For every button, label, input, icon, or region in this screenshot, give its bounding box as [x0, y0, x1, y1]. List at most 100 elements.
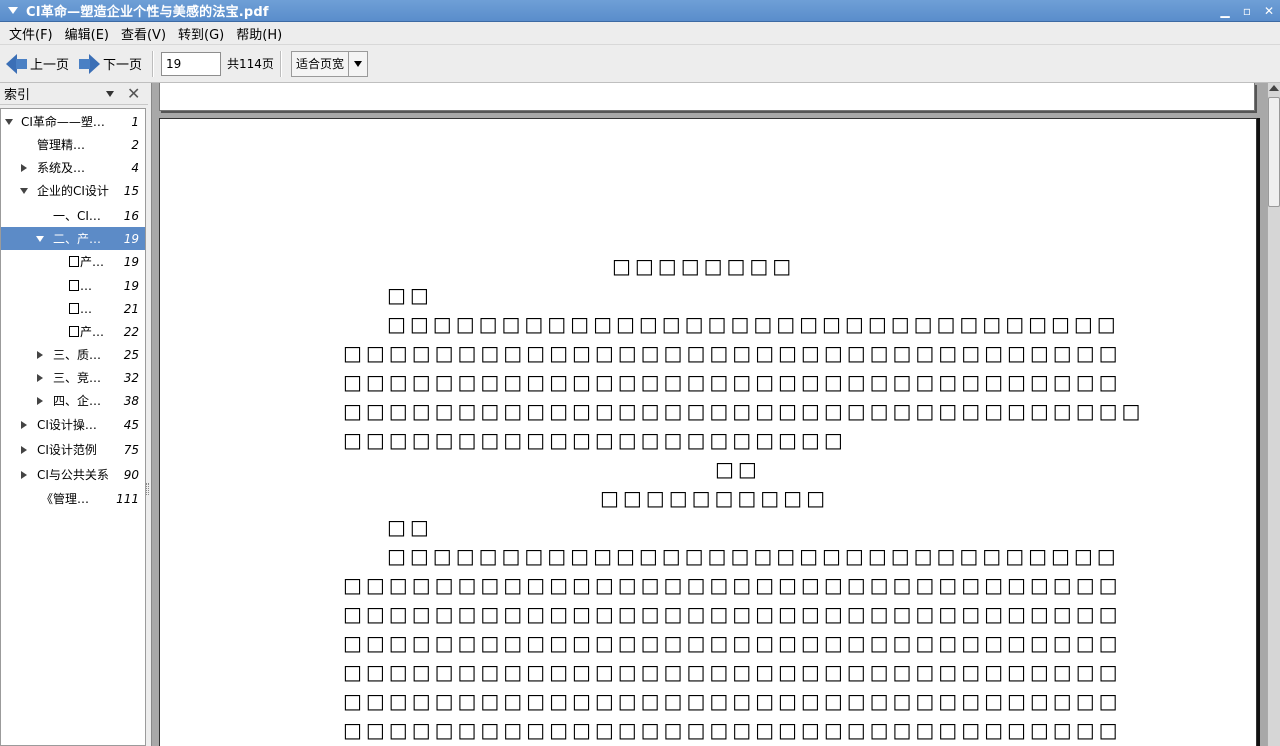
chevron-down-icon[interactable]	[349, 60, 367, 67]
tree-item-label: CI设计操…	[37, 416, 97, 433]
page-text-line: □□□□□□□□□□□□□□□□□□□□□□□□□□□□□□□□□□	[343, 689, 1122, 713]
tree-item[interactable]: 系统及… 4	[1, 156, 145, 179]
maximize-icon[interactable]: ▫	[1236, 0, 1258, 22]
tree-item-page: 75	[123, 442, 139, 457]
expander-open-icon[interactable]	[35, 234, 45, 244]
tree-item[interactable]: 三、质… 25	[1, 343, 145, 366]
expander-open-icon[interactable]	[4, 117, 14, 127]
tree-item-page: 111	[116, 491, 139, 506]
tree-item-page: 4	[131, 160, 139, 175]
tree-item[interactable]: 产… 19	[1, 250, 145, 273]
page-text-line: □□□□□□□□□□□□□□□□□□□□□□□□□□□□□□□□□□	[343, 660, 1122, 684]
tree-item[interactable]: … 21	[1, 297, 145, 320]
prev-page-button[interactable]: 上一页	[0, 49, 73, 79]
expander-open-icon[interactable]	[19, 186, 29, 196]
sidebar-mode-select[interactable]: 索引	[4, 84, 30, 103]
missing-glyph-icon	[69, 256, 79, 267]
tree-item-text: 三、竞…	[53, 371, 102, 385]
tree-item[interactable]: 产… 22	[1, 320, 145, 343]
vertical-scrollbar[interactable]	[1267, 83, 1280, 746]
page-text-line: □□□□□□□□□□	[600, 486, 829, 510]
missing-glyph-icon	[69, 302, 79, 314]
tree-item-text: 管理精…	[37, 138, 86, 152]
tree-item[interactable]: CI设计操… 45	[1, 413, 145, 436]
sidebar: 索引 ✕ CI革命——塑… 1 管理精… 2 系统及… 4 企业的CI设计 15 一、CI… 16…	[0, 83, 149, 746]
tree-item-label: CI革命——塑…	[21, 113, 105, 130]
tree-item-page: 2	[131, 137, 139, 152]
tree-item-text: 三、质…	[53, 348, 102, 362]
chevron-down-icon[interactable]	[106, 91, 114, 97]
page-text-line: □□□□□□□□□□□□□□□□□□□□□□□□□□□□□□□□□□	[343, 631, 1122, 655]
tree-item-text: 一、CI…	[53, 209, 101, 223]
close-sidebar-icon[interactable]: ✕	[127, 84, 140, 103]
tree-item-text: …	[80, 278, 92, 293]
tree-item[interactable]: 二、产… 19	[1, 227, 145, 250]
title-bar: CI革命—塑造企业个性与美感的法宝.pdf ▁ ▫ ✕	[0, 0, 1280, 22]
tree-item[interactable]: 管理精… 2	[1, 133, 145, 156]
tree-item-text: CI与公共关系	[37, 468, 109, 482]
tree-item[interactable]: 企业的CI设计 15	[1, 179, 145, 202]
tree-item-page: 21	[123, 301, 139, 316]
menu-file[interactable]: 文件(F)	[3, 22, 59, 45]
tree-item-text: CI革命——塑…	[21, 115, 105, 129]
expander-closed-icon[interactable]	[19, 445, 29, 455]
page-text-line: □□	[387, 283, 433, 307]
expander-closed-icon[interactable]	[19, 420, 29, 430]
tree-item-label: …	[69, 302, 92, 316]
tree-item-text: 产…	[80, 255, 105, 269]
page-text-line: □□□□□□□□□□□□□□□□□□□□□□□□□□□□□□□□□□	[343, 602, 1122, 626]
expander-closed-icon[interactable]	[35, 396, 45, 406]
zoom-select[interactable]: 适合页宽	[290, 50, 368, 77]
tree-item[interactable]: 《管理… 111	[1, 487, 145, 510]
menu-help[interactable]: 帮助(H)	[230, 22, 288, 45]
close-window-icon[interactable]: ✕	[1258, 0, 1280, 22]
toolbar-separator	[279, 50, 281, 77]
page-text-line: □□□□□□□□□□□□□□□□□□□□□□□□□□□□□□□□□□	[343, 370, 1122, 394]
tree-item[interactable]: CI与公共关系 90	[1, 463, 145, 486]
tree-item-label: CI设计范例	[37, 441, 97, 458]
expander-closed-icon[interactable]	[35, 350, 45, 360]
tree-item[interactable]: … 19	[1, 274, 145, 297]
tree-item-label: 一、CI…	[53, 207, 101, 224]
menu-edit[interactable]: 编辑(E)	[59, 22, 115, 45]
scroll-up-icon[interactable]	[1269, 85, 1279, 91]
toolbar: 上一页 下一页 共114页 适合页宽	[0, 45, 1280, 83]
expander-closed-icon[interactable]	[19, 470, 29, 480]
sidebar-header: 索引 ✕	[0, 83, 148, 105]
missing-glyph-icon	[69, 326, 79, 337]
next-page-button[interactable]: 下一页	[73, 49, 146, 79]
expander-closed-icon[interactable]	[35, 373, 45, 383]
expander-closed-icon[interactable]	[19, 163, 29, 173]
tree-item-text: 《管理…	[41, 492, 90, 506]
tree-item[interactable]: 一、CI… 16	[1, 204, 145, 227]
scrollbar-thumb[interactable]	[1268, 97, 1280, 207]
tree-item-label: 《管理…	[41, 490, 89, 507]
tree-item-page: 45	[123, 417, 139, 432]
sidebar-resize-handle[interactable]	[146, 483, 149, 495]
tree-item-page: 19	[123, 231, 139, 246]
tree-item-text: 系统及…	[37, 161, 86, 175]
page-text-line: □□□□□□□□□□□□□□□□□□□□□□□□□□□□□□□□□□	[343, 573, 1122, 597]
window-menu-icon[interactable]	[0, 0, 26, 22]
page-text-line: □□□□□□□□□□□□□□□□□□□□□□□□□□□□□□□□	[387, 544, 1120, 568]
tree-item[interactable]: 四、企… 38	[1, 389, 145, 412]
tree-item-text: …	[80, 301, 92, 316]
tree-item-label: …	[69, 279, 92, 293]
tree-item[interactable]: CI革命——塑… 1	[1, 110, 145, 133]
tree-item-label: CI与公共关系	[37, 466, 109, 483]
tree-item-page: 90	[123, 467, 139, 482]
window-controls: ▁ ▫ ✕	[1214, 0, 1280, 22]
page-text-line: □□□□□□□□	[612, 254, 796, 278]
page-number-input[interactable]	[161, 51, 222, 76]
minimize-icon[interactable]: ▁	[1214, 0, 1236, 22]
tree-item-label: 产…	[69, 323, 104, 340]
menu-go[interactable]: 转到(G)	[172, 22, 230, 45]
tree-item[interactable]: 三、竞… 32	[1, 366, 145, 389]
document-view[interactable]: □□□□□□□□ □□ □□□□□□□□□□□□□□□□□□□□□□□□□□□□□□…	[151, 83, 1267, 746]
tree-item-page: 38	[123, 393, 139, 408]
tree-item-text: 四、企…	[53, 394, 102, 408]
tree-item[interactable]: CI设计范例 75	[1, 438, 145, 461]
tree-item-text: CI设计操…	[37, 418, 97, 432]
menu-view[interactable]: 查看(V)	[115, 22, 172, 45]
page-text-line: □□□□□□□□□□□□□□□□□□□□□□	[343, 428, 847, 452]
